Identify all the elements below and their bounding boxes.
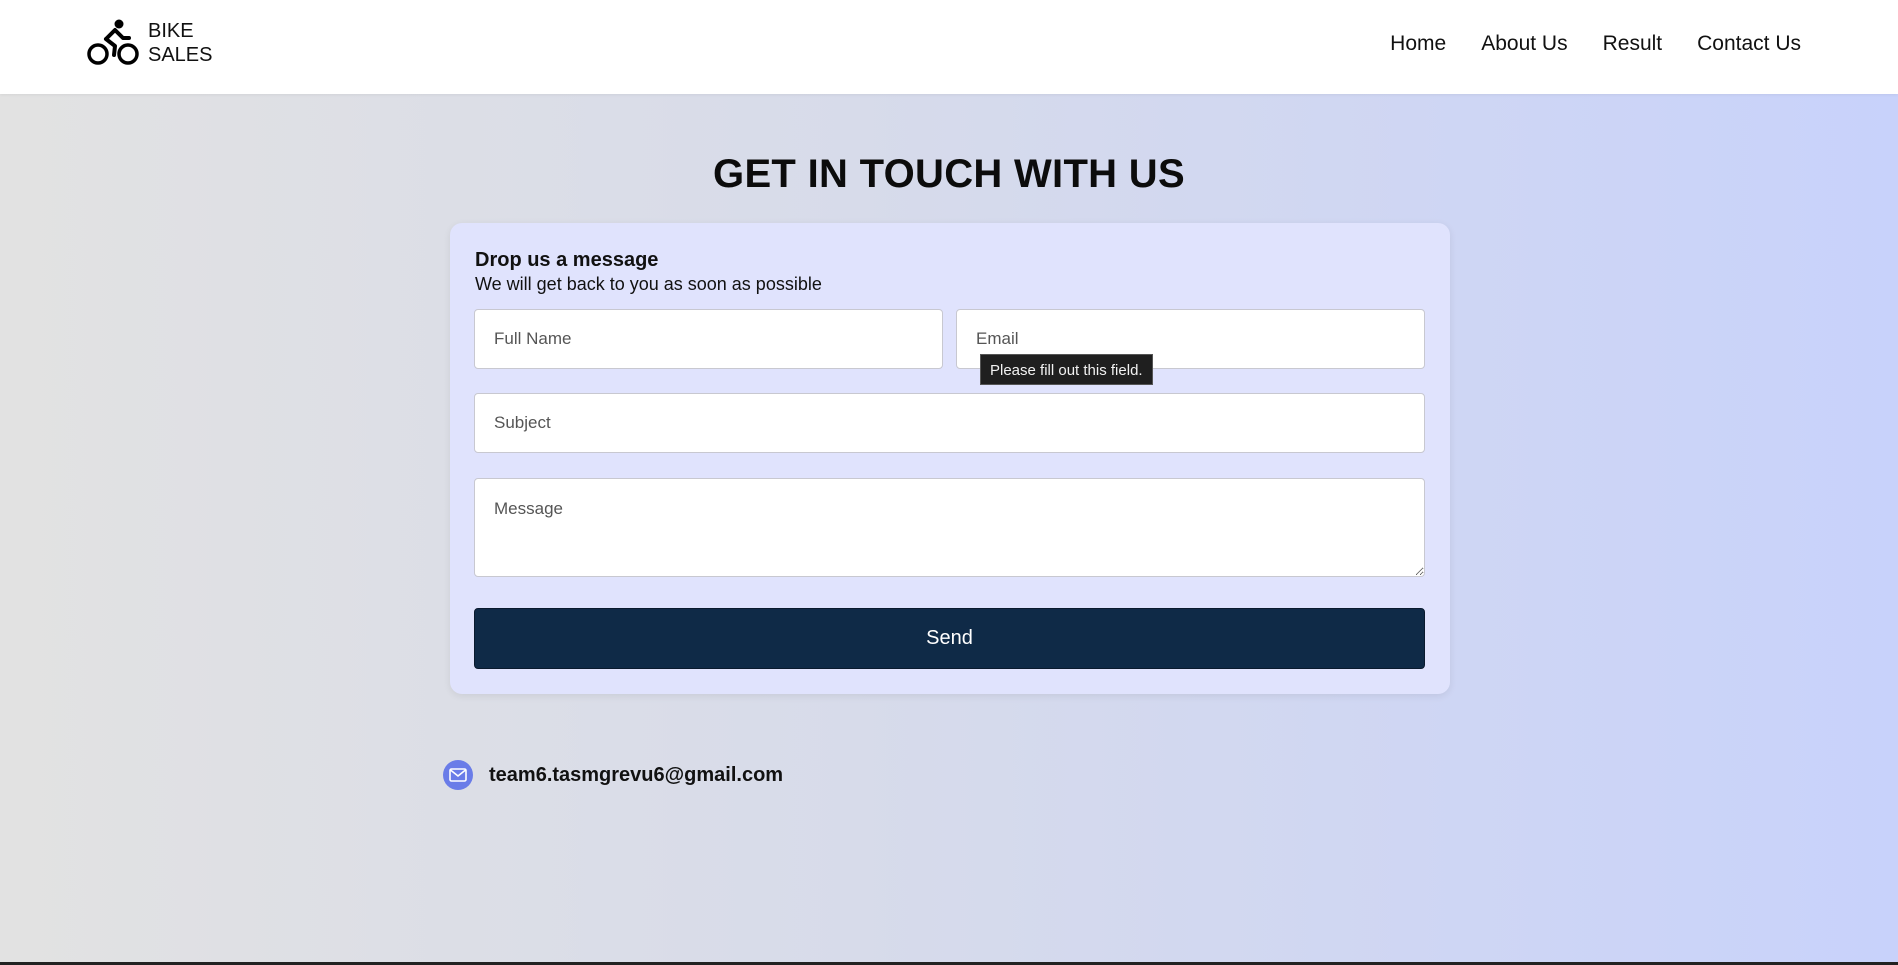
brand-line-1: BIKE xyxy=(148,20,194,42)
contact-section: GET IN TOUCH WITH US Drop us a message W… xyxy=(0,94,1898,963)
contact-form-card: Drop us a message We will get back to yo… xyxy=(450,223,1450,694)
brand-name: BIKE SALES xyxy=(148,19,212,67)
contact-email-row: team6.tasmgrevu6@gmail.com xyxy=(443,760,783,790)
nav-home[interactable]: Home xyxy=(1390,30,1446,58)
nav-contact-us[interactable]: Contact Us xyxy=(1697,30,1801,58)
nav-result[interactable]: Result xyxy=(1603,30,1663,58)
mail-icon xyxy=(443,760,473,790)
contact-email-text[interactable]: team6.tasmgrevu6@gmail.com xyxy=(489,764,783,787)
form-subheading: We will get back to you as soon as possi… xyxy=(475,274,822,294)
page-title: GET IN TOUCH WITH US xyxy=(713,152,1185,196)
brand-line-2: SALES xyxy=(148,44,213,66)
subject-input[interactable] xyxy=(474,393,1425,453)
full-name-input[interactable] xyxy=(474,309,943,369)
form-heading: Drop us a message xyxy=(475,249,659,271)
message-textarea[interactable] xyxy=(474,478,1425,577)
send-button[interactable]: Send xyxy=(474,608,1425,669)
brand-logo[interactable]: BIKE SALES xyxy=(86,18,212,68)
cyclist-icon xyxy=(87,19,139,65)
validation-tooltip: Please fill out this field. xyxy=(980,354,1153,385)
nav-about-us[interactable]: About Us xyxy=(1481,30,1567,58)
main-nav: Home About Us Result Contact Us xyxy=(1355,30,1801,58)
site-header: BIKE SALES Home About Us Result Contact … xyxy=(0,0,1898,94)
